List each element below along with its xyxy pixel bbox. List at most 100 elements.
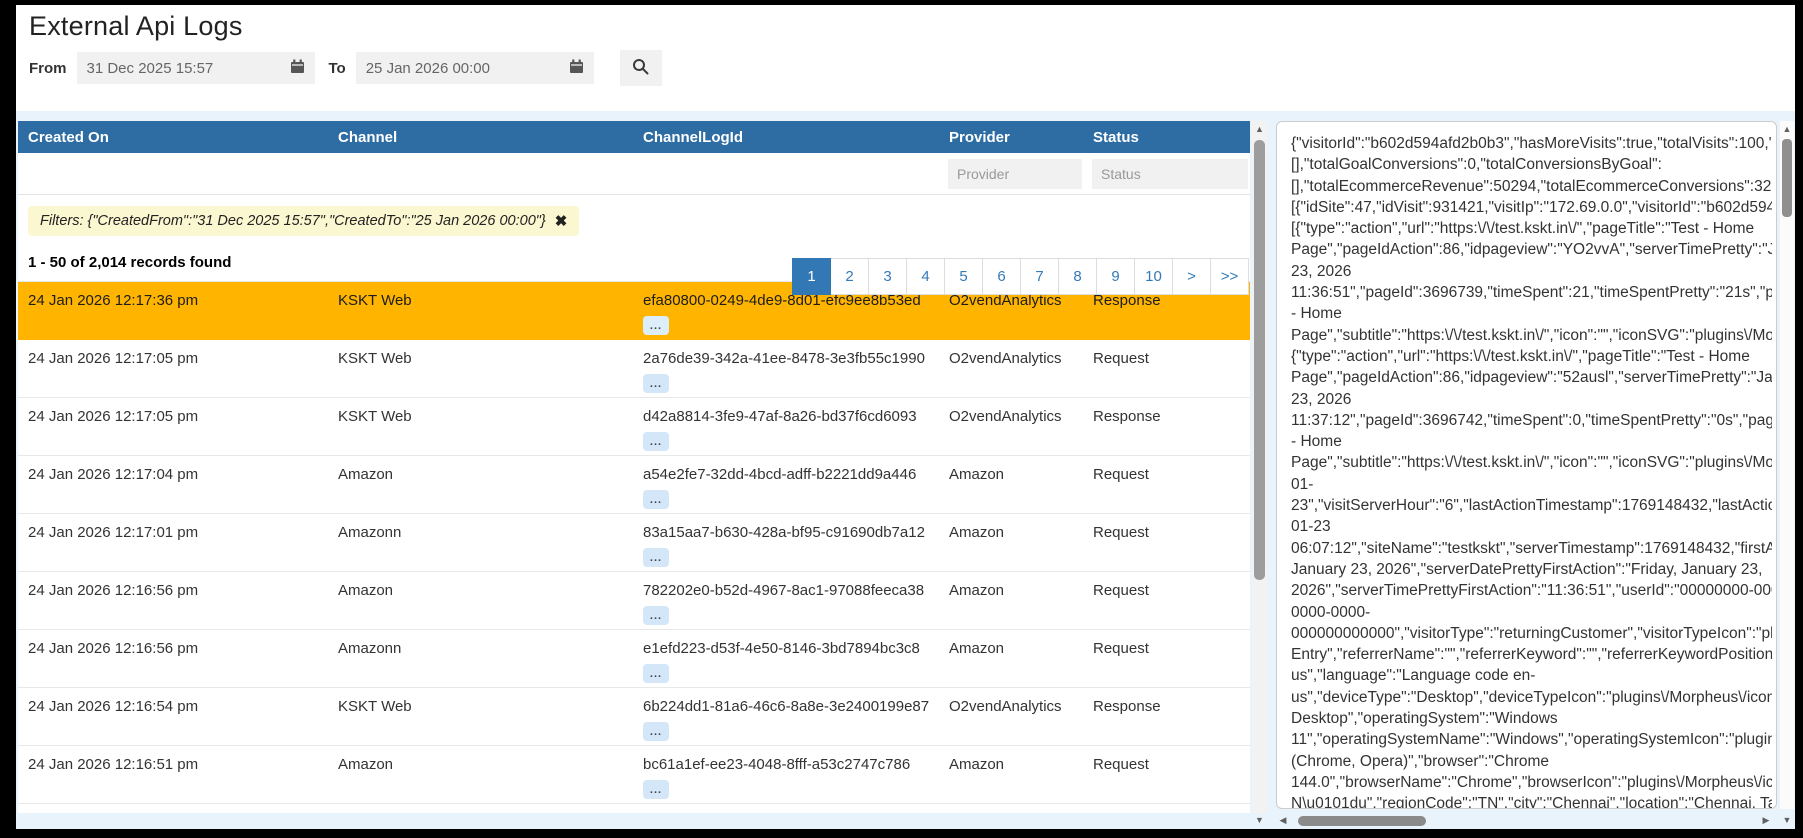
panel-horizontal-scrollbar-thumb[interactable] [1298, 816, 1426, 826]
scroll-up-icon[interactable]: ▲ [1252, 121, 1267, 137]
cell-created-on: 24 Jan 2026 12:16:56 pm [28, 640, 199, 657]
channel-log-id-value: bc61a1ef-ee23-4048-8fff-a53c2747c786 [643, 756, 911, 773]
pagination-item-5[interactable]: 5 [944, 258, 983, 295]
status-filter-input[interactable] [1092, 158, 1248, 189]
pagination-item-8[interactable]: 8 [1058, 258, 1097, 295]
panel-vertical-scrollbar[interactable]: ▲ [1780, 121, 1794, 809]
column-header-status[interactable]: Status [1083, 129, 1250, 146]
row-expander-button[interactable]: ... [643, 780, 669, 799]
to-calendar-button[interactable] [560, 52, 594, 84]
row-expander-button[interactable]: ... [643, 432, 669, 451]
log-json-line: (Chrome, Opera)","browser":"Chrome [1291, 752, 1550, 770]
clear-filters-icon[interactable]: ✖ [555, 214, 568, 229]
log-json-line: 01- [1291, 475, 1314, 493]
scroll-down-icon[interactable]: ▼ [1780, 812, 1794, 828]
active-filters-row: Filters: {"CreatedFrom":"31 Dec 2025 15:… [18, 195, 1250, 242]
pagination-item-1[interactable]: 1 [792, 258, 831, 295]
from-calendar-button[interactable] [281, 52, 315, 84]
pagination-item-6[interactable]: 6 [982, 258, 1021, 295]
column-header-provider[interactable]: Provider [939, 129, 1083, 146]
log-json-line: Page","pageIdAction":86,"idpageview":"52… [1291, 369, 1772, 387]
pagination-item-2[interactable]: 2 [830, 258, 869, 295]
pagination-item->>[interactable]: >> [1210, 258, 1249, 295]
content-area: Created On Channel ChannelLogId Provider… [16, 111, 1795, 829]
table-row[interactable]: 24 Jan 2026 12:16:56 pm Amazonn e1efd223-d… [18, 630, 1250, 688]
log-json-line: Desktop","operatingSystem":"Windows [1291, 710, 1558, 728]
column-header-channel[interactable]: Channel [328, 129, 633, 146]
scroll-down-icon[interactable]: ▼ [1252, 812, 1267, 828]
pagination-item->[interactable]: > [1172, 258, 1211, 295]
log-json-line: 144.0","browserName":"Chrome","browserIc… [1291, 773, 1772, 791]
pagination: 1 2 3 4 5 6 7 8 9 10 > >> [792, 258, 1249, 295]
provider-filter-input[interactable] [948, 158, 1082, 189]
log-json-line: us","deviceType":"Desktop","deviceTypeIc… [1291, 688, 1772, 706]
pagination-item-3[interactable]: 3 [868, 258, 907, 295]
table-row[interactable]: 24 Jan 2026 12:16:56 pm Amazon 782202e0-b5… [18, 572, 1250, 630]
log-json-line: - Home [1291, 433, 1342, 451]
log-json-line: N\u0101du","regionCode":"TN","city":"Che… [1291, 795, 1772, 809]
log-json-line: [{"idSite":47,"idVisit":931421,"visitIp"… [1291, 198, 1772, 216]
cell-status: Request [1093, 582, 1149, 599]
table-row[interactable]: 24 Jan 2026 12:17:01 pm Amazonn 83a15aa7-b… [18, 514, 1250, 572]
cell-channel: Amazonn [328, 804, 633, 813]
row-expander-button[interactable]: ... [643, 664, 669, 683]
cell-channel: KSKT Web [338, 350, 412, 367]
table-scrollbar-thumb[interactable] [1254, 140, 1265, 580]
cell-created-on: 24 Jan 2026 12:16:56 pm [28, 582, 199, 599]
cell-status: Request [1093, 466, 1149, 483]
column-header-created-on[interactable]: Created On [18, 129, 328, 146]
table-row[interactable]: 24 Jan 2026 12:17:05 pm KSKT Web d42a8814-… [18, 398, 1250, 456]
row-expander-button[interactable]: ... [643, 722, 669, 741]
cell-provider: Amazon [949, 640, 1005, 657]
from-date-input[interactable] [76, 59, 281, 77]
table-vertical-scrollbar[interactable]: ▲ [1252, 121, 1267, 813]
channel-log-id-value: 2a76de39-342a-41ee-8478-3e3fb55c1990 [643, 350, 925, 367]
row-expander-button[interactable]: ... [643, 316, 669, 335]
from-date-field [76, 52, 315, 84]
scroll-left-icon[interactable]: ◀ [1276, 812, 1290, 828]
cell-status: Request [1093, 756, 1149, 773]
log-json-line: Entry","referrerName":"","referrerKeywor… [1291, 646, 1772, 664]
active-filters-text: Filters: {"CreatedFrom":"31 Dec 2025 15:… [40, 213, 546, 229]
log-json-line: 06:07:12","siteName":"testkskt","serverT… [1291, 539, 1772, 557]
cell-provider: Amazon [949, 756, 1005, 773]
channel-log-id-value: e1efd223-d53f-4e50-8146-3bd7894bc3c8 [643, 640, 920, 657]
row-expander-button[interactable]: ... [643, 606, 669, 625]
log-json-line: 11:36:51","pageId":3696739,"timeSpent":2… [1291, 284, 1772, 302]
pagination-item-9[interactable]: 9 [1096, 258, 1135, 295]
pagination-item-7[interactable]: 7 [1020, 258, 1059, 295]
row-expander-button[interactable]: ... [643, 374, 669, 393]
page-title: External Api Logs [29, 11, 243, 41]
row-expander-button[interactable]: ... [643, 548, 669, 567]
pagination-item-4[interactable]: 4 [906, 258, 945, 295]
pagination-item-10[interactable]: 10 [1134, 258, 1173, 295]
log-detail-panel[interactable]: {"visitorId":"b602d594afd2b0b3","hasMore… [1276, 121, 1777, 809]
cell-channel: KSKT Web [338, 292, 412, 309]
table-row[interactable]: 24 Jan 2026 12:16:51 pm Amazon bc61a1ef-ee… [18, 746, 1250, 804]
to-label: To [328, 59, 346, 77]
log-json-line: 23, 2026 [1291, 390, 1352, 408]
table-row[interactable]: 24 Jan 2026 12:17:05 pm KSKT Web 2a76de39-… [18, 340, 1250, 398]
row-expander-button[interactable]: ... [643, 490, 669, 509]
table-row[interactable]: 24 Jan 2026 12:16:54 pm KSKT Web 6b224dd1-… [18, 688, 1250, 746]
cell-channel-log-id: 93835b9c-720b-400d-8b11-b224549e7306... [633, 804, 939, 813]
scroll-up-icon[interactable]: ▲ [1780, 121, 1794, 137]
bottom-scroll-strip: ▼ ◀ ▶ ▼ [16, 813, 1795, 829]
cell-provider: O2vendAnalytics [949, 350, 1062, 367]
search-button[interactable] [619, 50, 662, 86]
log-json-line: - Home [1291, 305, 1342, 323]
column-header-channellogid[interactable]: ChannelLogId [633, 129, 939, 146]
to-date-input[interactable] [355, 59, 560, 77]
panel-scrollbar-thumb[interactable] [1782, 139, 1792, 217]
table-row[interactable]: 24 Jan 2026 12:17:04 pm Amazon a54e2fe7-32… [18, 456, 1250, 514]
log-json-line: January 23, 2026","serverDatePrettyFirst… [1291, 560, 1763, 578]
cell-status: Request [1083, 804, 1250, 813]
cell-provider: Amazon [949, 524, 1005, 541]
table-row[interactable]: 24 Jan 2026 12:16:51 pmAmazonn93835b9c-7… [18, 804, 1250, 813]
cell-channel-log-id: 782202e0-b52d-4967-8ac1-97088feeca38... [633, 572, 939, 629]
log-json-line: 11:37:12","pageId":3696742,"timeSpent":0… [1291, 411, 1772, 429]
cell-status: Response [1093, 408, 1161, 425]
logs-table: Created On Channel ChannelLogId Provider… [18, 121, 1250, 813]
cell-channel: Amazonn [338, 640, 402, 657]
scroll-right-icon[interactable]: ▶ [1759, 812, 1773, 828]
